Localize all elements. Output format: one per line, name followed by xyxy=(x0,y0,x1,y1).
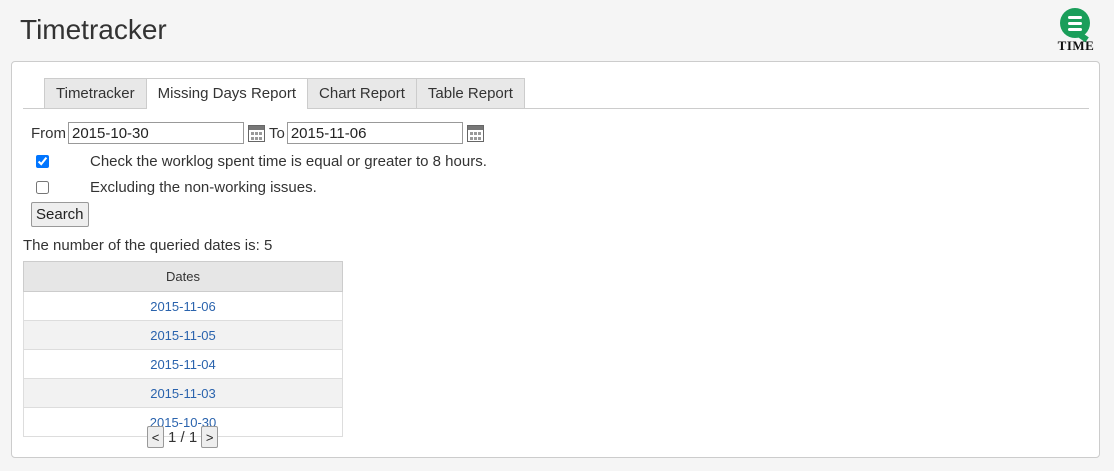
page-title: Timetracker xyxy=(20,14,167,45)
search-button[interactable]: Search xyxy=(31,202,89,227)
dates-table: Dates 2015-11-06 2015-11-05 2015-11-04 2… xyxy=(23,261,343,437)
tab-timetracker[interactable]: Timetracker xyxy=(44,78,147,108)
check-worklog-checkbox[interactable] xyxy=(36,155,49,168)
logo-e-icon xyxy=(1060,8,1090,43)
result-count: The number of the queried dates is: 5 xyxy=(23,237,273,254)
exclude-nonworking-checkbox[interactable] xyxy=(36,181,49,194)
time-logo: TIME xyxy=(1050,8,1100,54)
tab-bar: Timetracker Missing Days Report Chart Re… xyxy=(44,78,525,109)
dates-column-header: Dates xyxy=(23,261,343,292)
page-indicator: 1 / 1 xyxy=(168,428,198,446)
table-row: 2015-11-05 xyxy=(23,320,343,350)
calendar-icon[interactable] xyxy=(248,124,265,142)
date-link[interactable]: 2015-11-03 xyxy=(150,386,216,401)
to-label: To xyxy=(269,124,285,142)
date-link[interactable]: 2015-11-05 xyxy=(150,328,216,343)
exclude-nonworking-row: Excluding the non-working issues. xyxy=(36,179,317,196)
table-row: 2015-11-06 xyxy=(23,291,343,321)
check-worklog-label: Check the worklog spent time is equal or… xyxy=(90,153,487,170)
tab-table-report[interactable]: Table Report xyxy=(415,78,525,108)
table-row: 2015-11-03 xyxy=(23,378,343,408)
logo-text: TIME xyxy=(1057,38,1095,53)
tab-missing-days-report[interactable]: Missing Days Report xyxy=(145,78,309,109)
exclude-nonworking-label: Excluding the non-working issues. xyxy=(90,179,317,196)
main-panel: Timetracker Missing Days Report Chart Re… xyxy=(11,61,1100,458)
from-label: From xyxy=(31,124,66,142)
check-worklog-row: Check the worklog spent time is equal or… xyxy=(36,153,487,170)
prev-page-button[interactable]: < xyxy=(147,426,164,448)
tab-chart-report[interactable]: Chart Report xyxy=(307,78,417,108)
date-link[interactable]: 2015-11-06 xyxy=(150,299,216,314)
next-page-button[interactable]: > xyxy=(201,426,219,448)
table-row: 2015-11-04 xyxy=(23,349,343,379)
from-date-input[interactable] xyxy=(68,122,244,144)
pagination: < 1 / 1 > xyxy=(147,426,219,448)
date-link[interactable]: 2015-11-04 xyxy=(150,357,216,372)
to-date-input[interactable] xyxy=(286,122,463,144)
date-range-row: From To xyxy=(31,122,488,144)
calendar-icon[interactable] xyxy=(466,124,484,142)
